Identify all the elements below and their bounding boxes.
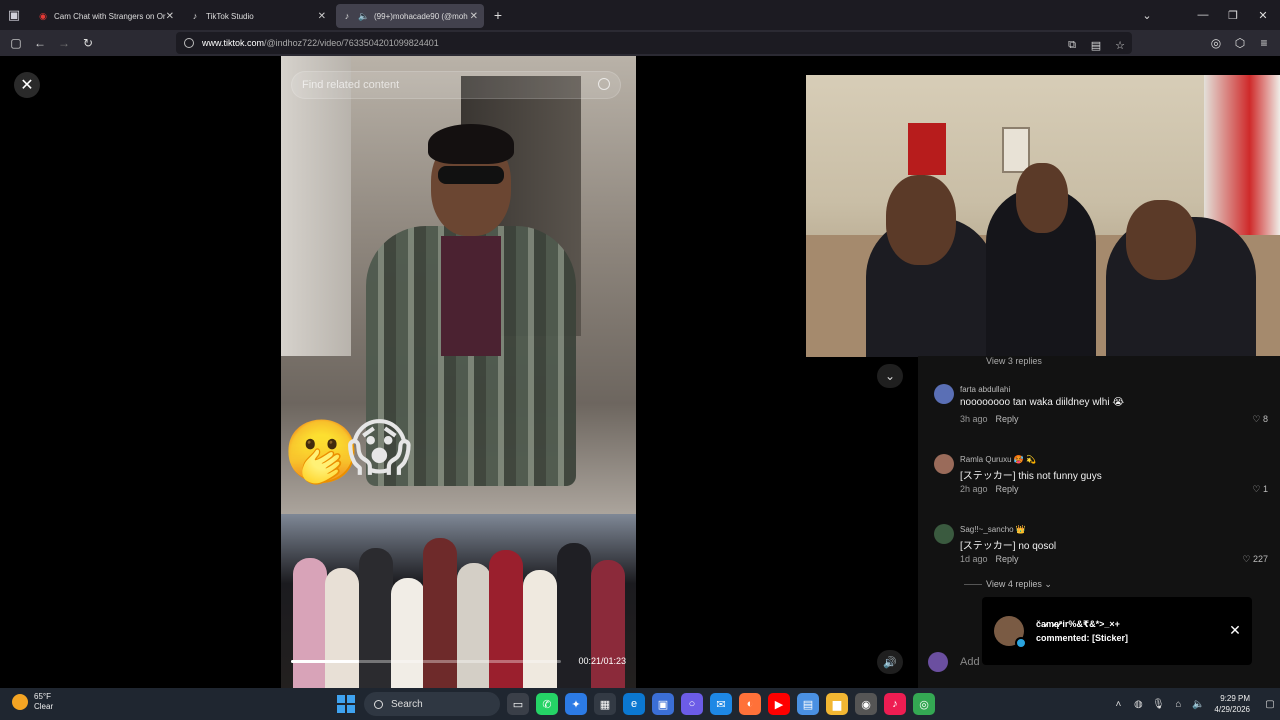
close-player-button[interactable]: ✕ <box>14 72 40 98</box>
sidebar-icon[interactable]: ▢ <box>4 31 28 55</box>
browser-tab-bar: ▣ ◉ Cam Chat with Strangers on Or ✕ ♪ Ti… <box>0 0 1280 30</box>
search-icon[interactable] <box>598 78 610 90</box>
windows-taskbar: 65°F Clear Search ▭ ✆ ✦ ▦ e ▣ ○ ✉ ◐ ▶ ▤ … <box>0 688 1280 720</box>
close-tab-icon[interactable]: ✕ <box>166 11 174 22</box>
avatar[interactable] <box>934 524 954 544</box>
weather-widget[interactable]: 65°F Clear <box>12 692 53 712</box>
tab-overflow-icon[interactable]: ⌄ <box>1130 0 1164 30</box>
url-bar[interactable]: www.tiktok.com/@indhoz722/video/76335042… <box>176 32 1132 54</box>
reply-button[interactable]: Reply <box>996 554 1019 564</box>
browser-nav-bar: ▢ ← → ↻ www.tiktok.com/@indhoz722/video/… <box>0 30 1280 56</box>
edge-icon[interactable]: e <box>623 693 645 715</box>
reply-button[interactable]: Reply <box>996 484 1019 494</box>
heart-icon: ♡ <box>1252 484 1261 494</box>
forward-button[interactable]: → <box>52 31 76 55</box>
task-view-icon[interactable]: ▭ <box>507 693 529 715</box>
speaker-icon[interactable]: 🔈 <box>358 11 369 21</box>
video-player[interactable]: 🫢 😱 Find related content 00:21/01:23 <box>281 56 636 688</box>
badge-icon <box>1015 637 1027 649</box>
app-icon[interactable]: ▤ <box>797 693 819 715</box>
copilot-icon[interactable]: ✦ <box>565 693 587 715</box>
cortana-icon[interactable]: ○ <box>681 693 703 715</box>
add-comment-input[interactable]: Add <box>960 656 980 668</box>
volume-button[interactable]: 🔊 <box>877 650 903 674</box>
comment-notification-toast[interactable]: ča̷̷m̷̷ą̷̷ªir%&₹&*>_×+ commented: [Stick… <box>982 597 1252 665</box>
notification-icon[interactable]: ▢ <box>1260 699 1280 710</box>
tiktok-page: ✕ 🫢 😱 Find related content 00:21/01:23 ⌄… <box>0 56 1280 688</box>
weather-sun-icon <box>12 694 28 710</box>
whatsapp-icon[interactable]: ✆ <box>536 693 558 715</box>
microphone-icon[interactable]: 🎙 <box>1148 699 1168 710</box>
like-button[interactable]: ♡ 227 <box>1242 554 1268 565</box>
tab-list-icon[interactable]: ▣ <box>0 0 28 30</box>
account-icon[interactable]: ◎ <box>1204 31 1228 55</box>
like-button[interactable]: ♡ 8 <box>1252 414 1268 425</box>
file-explorer-icon[interactable]: ▆ <box>826 693 848 715</box>
tab-tiktok-studio[interactable]: ♪ TikTok Studio ✕ <box>184 4 332 28</box>
youtube-icon[interactable]: ▶ <box>768 693 790 715</box>
tab-cam-chat[interactable]: ◉ Cam Chat with Strangers on Or ✕ <box>32 4 180 28</box>
camera-icon: ◉ <box>39 11 47 21</box>
chrome-profile-icon[interactable]: ◎ <box>913 693 935 715</box>
screaming-face-emoji-icon: 😱 <box>347 414 412 483</box>
search-icon <box>374 699 383 709</box>
tiktok-icon: ♪ <box>192 11 198 21</box>
close-window-button[interactable]: ✕ <box>1246 0 1280 30</box>
tiktok-icon: ♪ <box>344 11 350 21</box>
avatar <box>928 652 948 672</box>
system-tray: ˄ ◍ 🎙 ⌂ 🔈 9:29 PM 4/29/2026 ▢ <box>1108 688 1280 720</box>
picture-in-picture-icon[interactable]: ⧉ <box>1060 39 1084 52</box>
site-info-icon[interactable] <box>184 38 194 48</box>
avatar <box>994 616 1027 649</box>
chrome-icon[interactable]: ◉ <box>855 693 877 715</box>
chevron-up-icon[interactable]: ˄ <box>1108 699 1128 710</box>
bookmark-star-icon[interactable]: ☆ <box>1108 39 1132 52</box>
menu-icon[interactable]: ≡ <box>1252 31 1276 55</box>
avatar[interactable] <box>934 384 954 404</box>
avatar[interactable] <box>934 454 954 474</box>
like-button[interactable]: ♡ 1 <box>1252 484 1268 495</box>
comment-item: farta abdullahi noooooooo tan waka diild… <box>934 384 1268 444</box>
comment-item: Ramla Quruxu 🥵 💫 [ステッカー] this not funny … <box>934 454 1268 514</box>
heart-icon: ♡ <box>1252 414 1261 424</box>
tiktok-icon[interactable]: ♪ <box>884 693 906 715</box>
start-button[interactable] <box>334 692 358 716</box>
app-tray-icon[interactable]: ◍ <box>1128 699 1148 710</box>
scroll-down-button[interactable]: ⌄ <box>877 364 903 388</box>
close-tab-icon[interactable]: ✕ <box>318 11 326 22</box>
network-icon[interactable]: ⌂ <box>1168 699 1188 710</box>
reader-view-icon[interactable]: ▤ <box>1084 39 1108 52</box>
video-time: 00:21/01:23 <box>578 656 626 666</box>
close-icon[interactable]: ✕ <box>1226 621 1244 639</box>
firefox-icon[interactable]: ◐ <box>739 693 761 715</box>
view-replies-button[interactable]: View 4 replies ⌄ <box>964 579 1052 590</box>
view-replies-button[interactable]: View 3 replies <box>986 356 1042 366</box>
webcam-overlay <box>806 75 1280 357</box>
back-button[interactable]: ← <box>28 31 52 55</box>
video-progress-bar[interactable] <box>291 660 561 663</box>
new-tab-button[interactable]: + <box>486 3 510 27</box>
video-progress-fill <box>291 660 360 663</box>
close-tab-icon[interactable]: ✕ <box>470 11 478 22</box>
taskbar-search[interactable]: Search <box>364 692 500 716</box>
reload-button[interactable]: ↻ <box>76 31 100 55</box>
widgets-icon[interactable]: ▦ <box>594 693 616 715</box>
tab-tiktok-video[interactable]: ♪ 🔈 (99+)mohacade90 (@moh ✕ <box>336 4 484 28</box>
store-icon[interactable]: ▣ <box>652 693 674 715</box>
chevron-down-icon: ⌄ <box>1044 579 1052 589</box>
maximize-button[interactable]: ❐ <box>1216 0 1250 30</box>
comment-item: Sag!!~_sancho 👑 [ステッカー] no qosol 1d ago R… <box>934 524 1268 584</box>
extensions-icon[interactable]: ⬡ <box>1228 31 1252 55</box>
volume-icon[interactable]: 🔈 <box>1188 699 1208 710</box>
find-related-search[interactable]: Find related content <box>291 71 621 99</box>
reply-button[interactable]: Reply <box>996 414 1019 424</box>
minimize-button[interactable]: — <box>1186 0 1220 30</box>
heart-icon: ♡ <box>1242 554 1251 564</box>
clock[interactable]: 9:29 PM 4/29/2026 <box>1214 693 1250 715</box>
mail-icon[interactable]: ✉ <box>710 693 732 715</box>
